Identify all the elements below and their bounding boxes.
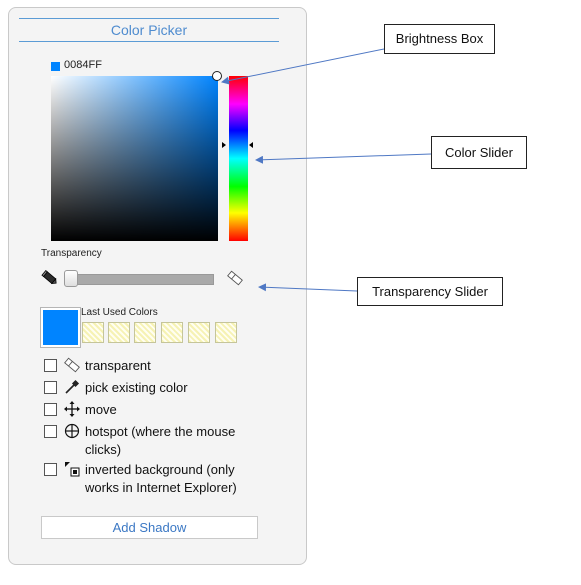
color-slider-leader [255, 153, 432, 164]
brightness-box-callout: Brightness Box [384, 24, 495, 54]
brightness-box-leader [221, 48, 385, 85]
color-slider-callout: Color Slider [431, 136, 527, 169]
transparency-slider-callout: Transparency Slider [357, 277, 503, 306]
transparency-slider-leader [258, 283, 358, 292]
